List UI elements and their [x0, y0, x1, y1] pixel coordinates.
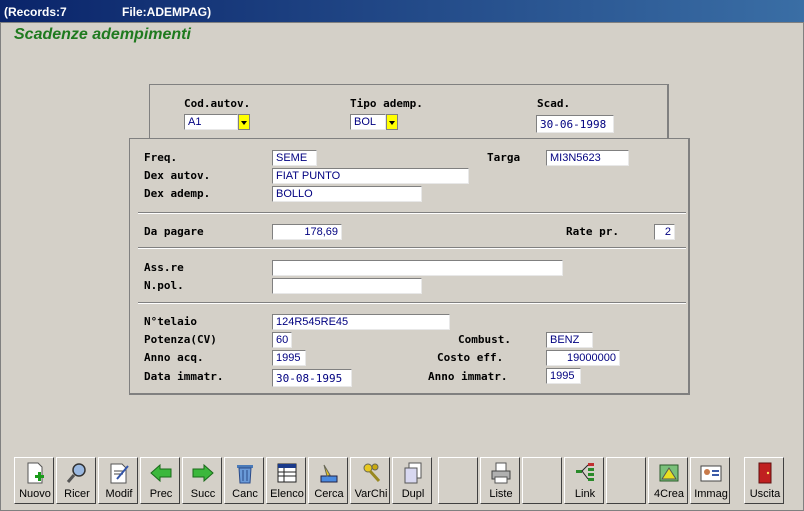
cerca-button[interactable]: Cerca	[308, 457, 348, 504]
succ-button[interactable]: Succ	[182, 457, 222, 504]
search-brush-icon	[320, 464, 338, 483]
assre-label: Ass.re	[144, 261, 184, 274]
potenza-field[interactable]: 60	[272, 332, 292, 348]
dupl-button[interactable]: Dupl	[392, 457, 432, 504]
keys-icon	[363, 463, 381, 483]
dex-autov-label: Dex autov.	[144, 169, 211, 182]
toolbar: Nuovo Ricer Modif Prec Succ Canc Elenco …	[14, 457, 800, 505]
cod-autov-select[interactable]: A1	[184, 114, 238, 130]
elenco-button[interactable]: Elenco	[266, 457, 306, 504]
combust-field[interactable]: BENZ	[546, 332, 593, 348]
file-name: File:ADEMPAG)	[122, 5, 212, 19]
page-title: Scadenze adempimenti	[14, 26, 191, 43]
empty-toolbar-slot	[606, 457, 646, 504]
anno-immatr-label: Anno immatr.	[428, 370, 508, 383]
data-immatr-field[interactable]: 30-08-1995	[272, 369, 352, 387]
exit-door-icon	[758, 462, 772, 484]
da-pagare-label: Da pagare	[144, 225, 204, 238]
title-bar: (Records:7 File:ADEMPAG)	[0, 0, 804, 22]
targa-label: Targa	[487, 151, 521, 164]
data-immatr-label: Data immatr.	[144, 370, 224, 383]
nuovo-button[interactable]: Nuovo	[14, 457, 54, 504]
scad-label: Scad.	[537, 97, 571, 110]
immag-button[interactable]: Immag	[690, 457, 730, 504]
4crea-button[interactable]: 4Crea	[648, 457, 688, 504]
dex-ademp-label: Dex ademp.	[144, 187, 211, 200]
cod-autov-dropdown-button[interactable]	[238, 114, 250, 130]
new-document-icon	[27, 462, 44, 484]
trash-icon	[237, 465, 253, 484]
varchi-button[interactable]: VarChi	[350, 457, 390, 504]
edit-document-icon	[110, 463, 129, 484]
telaio-label: N°telaio	[144, 315, 197, 328]
anno-immatr-field[interactable]: 1995	[546, 368, 581, 384]
create-icon	[659, 464, 679, 482]
npol-label: N.pol.	[144, 279, 184, 292]
combust-label: Combust.	[458, 333, 511, 346]
tipo-ademp-select[interactable]: BOL	[350, 114, 386, 130]
ricer-button[interactable]: Ricer	[56, 457, 96, 504]
assre-field[interactable]	[272, 260, 563, 276]
separator	[138, 302, 686, 304]
da-pagare-field[interactable]: 178,69	[272, 224, 342, 240]
magnifier-icon	[66, 463, 86, 483]
dex-ademp-field[interactable]: BOLLO	[272, 186, 422, 202]
arrow-right-icon	[192, 463, 214, 483]
uscita-button[interactable]: Uscita	[744, 457, 784, 504]
empty-toolbar-slot	[438, 457, 478, 504]
rate-pr-field[interactable]: 2	[654, 224, 675, 240]
freq-field[interactable]: SEME	[272, 150, 317, 166]
telaio-field[interactable]: 124R545RE45	[272, 314, 450, 330]
separator	[138, 212, 686, 214]
costo-eff-field[interactable]: 19000000	[546, 350, 620, 366]
npol-field[interactable]	[272, 278, 422, 294]
costo-eff-label: Costo eff.	[437, 351, 504, 364]
arrow-left-icon	[150, 463, 172, 483]
prec-button[interactable]: Prec	[140, 457, 180, 504]
list-table-icon	[277, 463, 297, 483]
scad-field[interactable]: 30-06-1998	[536, 115, 614, 133]
potenza-label: Potenza(CV)	[144, 333, 217, 346]
printer-icon	[491, 462, 511, 484]
anno-acq-label: Anno acq.	[144, 351, 204, 364]
rate-pr-label: Rate pr.	[566, 225, 619, 238]
modif-button[interactable]: Modif	[98, 457, 138, 504]
tipo-ademp-label: Tipo ademp.	[350, 97, 423, 110]
targa-field[interactable]: MI3N5623	[546, 150, 629, 166]
duplicate-icon	[404, 462, 422, 484]
link-button[interactable]: Link	[564, 457, 604, 504]
dex-autov-field[interactable]: FIAT PUNTO	[272, 168, 469, 184]
image-card-icon	[700, 465, 722, 482]
link-icon	[576, 463, 594, 481]
canc-button[interactable]: Canc	[224, 457, 264, 504]
freq-label: Freq.	[144, 151, 178, 164]
tipo-ademp-dropdown-button[interactable]	[386, 114, 398, 130]
empty-toolbar-slot	[522, 457, 562, 504]
cod-autov-label: Cod.autov.	[184, 97, 251, 110]
liste-button[interactable]: Liste	[480, 457, 520, 504]
anno-acq-field[interactable]: 1995	[272, 350, 306, 366]
records-count: (Records:7	[4, 5, 67, 19]
separator	[138, 247, 686, 249]
